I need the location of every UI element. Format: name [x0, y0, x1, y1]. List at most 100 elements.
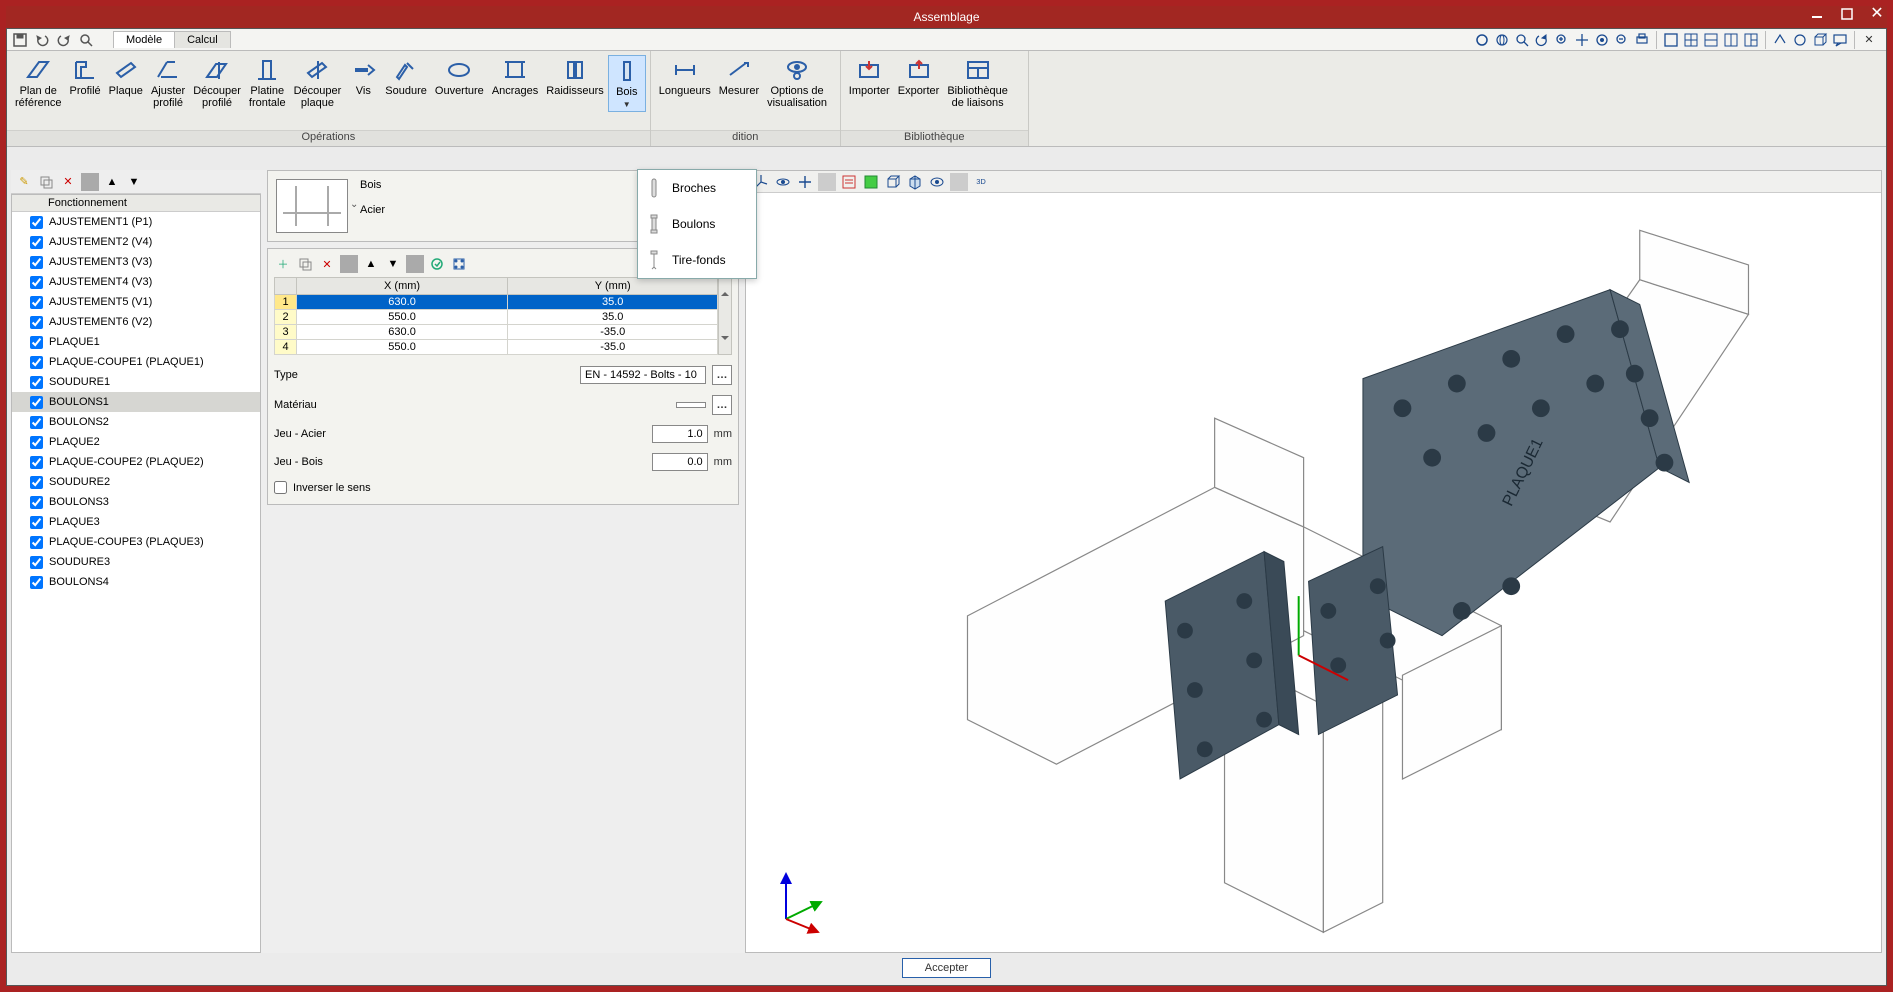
- dropdown-tirefonds[interactable]: Tire-fonds: [638, 242, 756, 278]
- chat-icon[interactable]: [1831, 31, 1849, 49]
- dropdown-broches[interactable]: Broches: [638, 170, 756, 206]
- tree-item-checkbox[interactable]: [30, 536, 43, 549]
- tree-item[interactable]: AJUSTEMENT6 (V2): [12, 312, 260, 332]
- viewport-single-icon[interactable]: [1662, 31, 1680, 49]
- ribbon-soudure-button[interactable]: Soudure: [381, 55, 431, 99]
- table-row[interactable]: 4550.0-35.0: [275, 340, 718, 355]
- tree-item-checkbox[interactable]: [30, 276, 43, 289]
- d3-icon[interactable]: 3D: [972, 173, 990, 191]
- tree-item[interactable]: PLAQUE1: [12, 332, 260, 352]
- view-tool-icon[interactable]: [1473, 31, 1491, 49]
- tree-item-checkbox[interactable]: [30, 456, 43, 469]
- ribbon-raidisseurs-button[interactable]: Raidisseurs: [542, 55, 607, 99]
- tree-item-checkbox[interactable]: [30, 236, 43, 249]
- table-row[interactable]: 1630.035.0: [275, 295, 718, 310]
- cell-y[interactable]: -35.0: [508, 325, 718, 340]
- cell-y[interactable]: 35.0: [508, 295, 718, 310]
- cell-x[interactable]: 630.0: [297, 295, 508, 310]
- ribbon-mesurer-button[interactable]: Mesurer: [715, 55, 763, 99]
- ribbon-exporter-button[interactable]: Exporter: [894, 55, 944, 99]
- maximize-button[interactable]: [1839, 6, 1855, 22]
- tree-item[interactable]: BOULONS4: [12, 572, 260, 592]
- jeu-bois-input[interactable]: 0.0: [652, 453, 708, 471]
- ribbon-tab-model[interactable]: Modèle: [113, 31, 175, 48]
- tree-item[interactable]: SOUDURE3: [12, 552, 260, 572]
- tree-item-checkbox[interactable]: [30, 256, 43, 269]
- tree-item[interactable]: AJUSTEMENT1 (P1): [12, 212, 260, 232]
- jeu-acier-input[interactable]: 1.0: [652, 425, 708, 443]
- tree-item[interactable]: BOULONS1: [12, 392, 260, 412]
- undo-icon[interactable]: [33, 31, 51, 49]
- tree-item[interactable]: AJUSTEMENT3 (V3): [12, 252, 260, 272]
- dropdown-boulons[interactable]: Boulons: [638, 206, 756, 242]
- minimize-button[interactable]: [1809, 6, 1825, 22]
- circle-icon[interactable]: [1791, 31, 1809, 49]
- refresh-icon[interactable]: [1533, 31, 1551, 49]
- ribbon-plan-ref-button[interactable]: Plan de référence: [11, 55, 65, 111]
- ribbon-tab-calc[interactable]: Calcul: [174, 31, 231, 48]
- zoom-fit-icon[interactable]: [1513, 31, 1531, 49]
- ribbon-importer-button[interactable]: Importer: [845, 55, 894, 99]
- delete-row-icon[interactable]: ✕: [318, 255, 336, 273]
- ribbon-ancrages-button[interactable]: Ancrages: [488, 55, 542, 99]
- tree-item-checkbox[interactable]: [30, 476, 43, 489]
- row-up-icon[interactable]: ▲: [362, 255, 380, 273]
- ribbon-decouper-button[interactable]: Découper profilé: [189, 55, 245, 111]
- type-picker-button[interactable]: …: [712, 365, 732, 385]
- split-3-icon[interactable]: [1742, 31, 1760, 49]
- section-thumbnail[interactable]: [276, 179, 348, 233]
- cube-icon[interactable]: [1811, 31, 1829, 49]
- ribbon-longueurs-button[interactable]: Longueurs: [655, 55, 715, 99]
- tree-item-checkbox[interactable]: [30, 516, 43, 529]
- tree-item[interactable]: BOULONS2: [12, 412, 260, 432]
- copy-row-icon[interactable]: [296, 255, 314, 273]
- pan-3d-icon[interactable]: [796, 173, 814, 191]
- cell-y[interactable]: 35.0: [508, 310, 718, 325]
- inverser-checkbox[interactable]: [274, 481, 287, 494]
- tree-item[interactable]: SOUDURE1: [12, 372, 260, 392]
- tree-item-checkbox[interactable]: [30, 396, 43, 409]
- tree-item-checkbox[interactable]: [30, 296, 43, 309]
- green-rect-icon[interactable]: [862, 173, 880, 191]
- print-icon[interactable]: [1633, 31, 1651, 49]
- move-down-icon[interactable]: ▼: [125, 173, 143, 191]
- viewport-3d[interactable]: 3D: [745, 170, 1882, 953]
- eye-icon[interactable]: [928, 173, 946, 191]
- save-icon[interactable]: [11, 31, 29, 49]
- table-row[interactable]: 3630.0-35.0: [275, 325, 718, 340]
- search-icon[interactable]: [77, 31, 95, 49]
- coordinates-table[interactable]: X (mm) Y (mm) 1630.035.02550.035.03630.0…: [274, 277, 718, 355]
- tree-item[interactable]: SOUDURE2: [12, 472, 260, 492]
- pan-icon[interactable]: [1573, 31, 1591, 49]
- object-icon[interactable]: [774, 173, 792, 191]
- delete-icon[interactable]: ✕: [59, 173, 77, 191]
- grid-icon[interactable]: [1682, 31, 1700, 49]
- ribbon-vis-button[interactable]: Vis: [345, 55, 381, 99]
- grid-pts-icon[interactable]: [450, 255, 468, 273]
- plane-icon[interactable]: [1771, 31, 1789, 49]
- tree-item[interactable]: PLAQUE-COUPE1 (PLAQUE1): [12, 352, 260, 372]
- tree-item-checkbox[interactable]: [30, 316, 43, 329]
- tree-item-checkbox[interactable]: [30, 376, 43, 389]
- tree-item-checkbox[interactable]: [30, 556, 43, 569]
- close-app-icon[interactable]: ✕: [1860, 31, 1878, 49]
- tree-item-checkbox[interactable]: [30, 496, 43, 509]
- tree-item[interactable]: PLAQUE2: [12, 432, 260, 452]
- close-button[interactable]: ✕: [1869, 6, 1885, 22]
- operations-tree-list[interactable]: Fonctionnement AJUSTEMENT1 (P1)AJUSTEMEN…: [11, 194, 261, 953]
- copy-icon[interactable]: [37, 173, 55, 191]
- globe-icon[interactable]: [1493, 31, 1511, 49]
- zoom-out-icon[interactable]: [1613, 31, 1631, 49]
- zoom-in-icon[interactable]: [1553, 31, 1571, 49]
- list-icon[interactable]: [840, 173, 858, 191]
- redo-icon[interactable]: [55, 31, 73, 49]
- accept-button[interactable]: Accepter: [902, 958, 991, 978]
- tree-item[interactable]: PLAQUE3: [12, 512, 260, 532]
- split-v-icon[interactable]: [1722, 31, 1740, 49]
- generate-icon[interactable]: [428, 255, 446, 273]
- material-select[interactable]: [676, 402, 706, 408]
- cell-x[interactable]: 630.0: [297, 325, 508, 340]
- tree-item-checkbox[interactable]: [30, 356, 43, 369]
- cell-x[interactable]: 550.0: [297, 310, 508, 325]
- material-picker-button[interactable]: …: [712, 395, 732, 415]
